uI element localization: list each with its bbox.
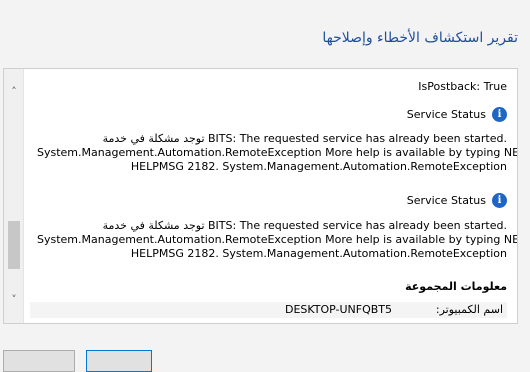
computer-name-label: اسم الكمبيوتر: bbox=[435, 303, 503, 316]
message-line: HELPMSG 2182. System.Management.Automati… bbox=[130, 160, 507, 173]
bottom-button-bar bbox=[0, 350, 530, 372]
message-line: توجد مشكلة في خدمة BITS: The requested s… bbox=[102, 132, 507, 145]
service-status-row: Service Status i bbox=[407, 193, 507, 208]
computer-name-value: DESKTOP-UNFQBT5 bbox=[285, 303, 393, 316]
service-status-label: Service Status bbox=[406, 108, 486, 121]
group-info-heading: معلومات المجموعة bbox=[405, 280, 507, 293]
chevron-down-icon[interactable]: ˅ bbox=[4, 291, 24, 309]
service-status-row: Service Status i bbox=[407, 107, 507, 122]
message-line: توجد مشكلة في خدمة BITS: The requested s… bbox=[102, 219, 507, 232]
message-line: System.Management.Automation.RemoteExcep… bbox=[37, 146, 518, 159]
message-line: HELPMSG 2182. System.Management.Automati… bbox=[130, 247, 507, 260]
report-content: IsPostback: True Service Status i توجد م… bbox=[30, 69, 518, 323]
primary-button[interactable] bbox=[86, 350, 152, 372]
chevron-up-icon[interactable]: ˄ bbox=[4, 83, 24, 101]
service-status-message: توجد مشكلة في خدمة BITS: The requested s… bbox=[37, 219, 518, 261]
vertical-scrollbar[interactable]: ˄ ˅ bbox=[4, 69, 24, 323]
secondary-button[interactable] bbox=[3, 350, 75, 372]
service-status-message: توجد مشكلة في خدمة BITS: The requested s… bbox=[37, 132, 518, 174]
window-title: تقرير استكشاف الأخطاء وإصلاحها bbox=[322, 30, 518, 46]
service-status-label: Service Status bbox=[406, 194, 486, 207]
report-panel[interactable]: ˄ ˅ IsPostback: True Service Status i تو… bbox=[3, 68, 518, 324]
is-postback-text: IsPostback: True bbox=[418, 80, 507, 93]
info-icon: i bbox=[492, 107, 507, 122]
message-line: System.Management.Automation.RemoteExcep… bbox=[37, 233, 518, 246]
info-icon: i bbox=[492, 193, 507, 208]
scroll-thumb[interactable] bbox=[8, 221, 20, 269]
computer-name-row: اسم الكمبيوتر: DESKTOP-UNFQBT5 bbox=[30, 302, 507, 318]
